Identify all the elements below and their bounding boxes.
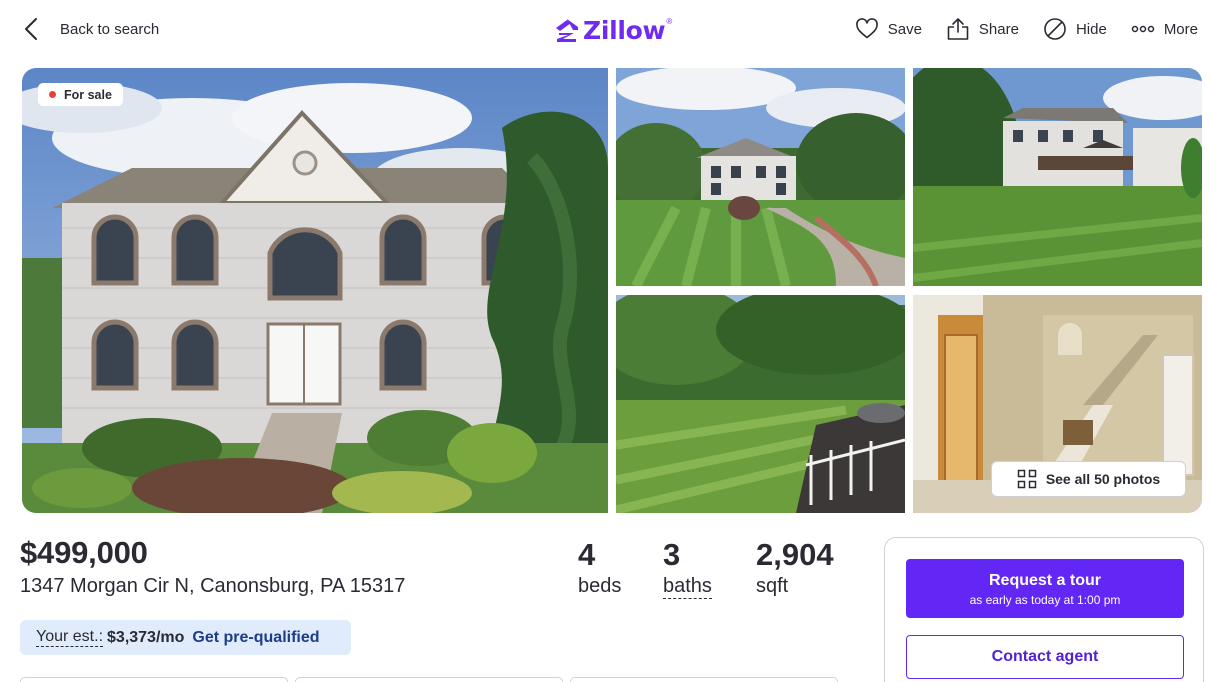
more-button[interactable]: More — [1131, 17, 1198, 41]
status-dot-icon — [49, 91, 56, 98]
gallery-photo-3[interactable] — [913, 68, 1202, 286]
back-label: Back to search — [60, 20, 160, 38]
chevron-left-icon — [25, 18, 37, 40]
gallery-photo-2[interactable] — [616, 68, 905, 286]
backyard-deck-image — [616, 295, 905, 513]
rear-house-image — [913, 68, 1202, 286]
payment-estimate: Your est.: $3,373/mo Get pre-qualified — [20, 620, 351, 655]
share-icon — [947, 18, 969, 40]
listing-price: $499,000 — [20, 535, 148, 570]
beds-fact: 4 beds — [578, 537, 621, 599]
heart-icon — [855, 18, 878, 39]
estimate-label[interactable]: Your est.: — [36, 628, 104, 647]
grid-icon — [1017, 469, 1037, 489]
more-icon — [1131, 25, 1155, 33]
section-tab-edge — [295, 677, 563, 682]
contact-card: Request a tour as early as today at 1:00… — [884, 537, 1204, 682]
hide-icon — [1044, 18, 1066, 40]
status-badge-label: For sale — [64, 87, 112, 102]
logo-text: Zillow — [583, 15, 666, 45]
beds-value: 4 — [578, 537, 596, 572]
baths-value: 3 — [663, 537, 681, 572]
request-tour-label: Request a tour — [988, 572, 1101, 589]
save-button[interactable]: Save — [855, 17, 922, 41]
see-all-photos-button[interactable]: See all 50 photos — [991, 461, 1186, 497]
share-label: Share — [978, 20, 1019, 38]
back-to-search-link[interactable]: Back to search — [22, 14, 159, 44]
header-actions: Save Share Hide More — [831, 14, 1198, 44]
hide-button[interactable]: Hide — [1043, 17, 1107, 41]
request-tour-button[interactable]: Request a tour as early as today at 1:00… — [906, 559, 1184, 618]
hide-label: Hide — [1075, 20, 1107, 38]
baths-fact[interactable]: 3 baths — [663, 537, 712, 599]
top-bar: Back to search Zillow ® Save Share Hide M… — [0, 0, 1211, 58]
listing-address: 1347 Morgan Cir N, Canonsburg, PA 15317 — [20, 575, 406, 597]
photo-gallery: For sale See all 50 photos — [22, 68, 1202, 513]
share-button[interactable]: Share — [946, 17, 1019, 41]
get-pre-qualified-link[interactable]: Get pre-qualified — [192, 629, 319, 647]
sqft-label: sqft — [756, 575, 789, 597]
gallery-photo-4[interactable] — [616, 295, 905, 513]
zillow-logo[interactable]: Zillow ® — [554, 14, 672, 46]
sqft-fact: 2,904 sqft — [756, 537, 834, 599]
contact-agent-button[interactable]: Contact agent — [906, 635, 1184, 679]
more-label: More — [1163, 20, 1198, 38]
main-photo[interactable]: For sale — [22, 68, 608, 513]
logo-registered-mark: ® — [666, 16, 673, 26]
request-tour-subtext: as early as today at 1:00 pm — [969, 593, 1121, 607]
section-tab-edge — [570, 677, 838, 682]
front-yard-image — [616, 68, 905, 286]
for-sale-badge: For sale — [38, 83, 123, 106]
baths-label[interactable]: baths — [663, 575, 712, 599]
beds-label: beds — [578, 575, 622, 597]
house-front-image — [22, 68, 608, 513]
section-tab-edge — [20, 677, 288, 682]
save-label: Save — [887, 20, 922, 38]
zillow-logo-icon — [556, 19, 578, 42]
see-all-label: See all 50 photos — [1045, 471, 1161, 487]
sqft-value: 2,904 — [756, 537, 834, 572]
estimate-value: $3,373/mo — [107, 628, 185, 646]
